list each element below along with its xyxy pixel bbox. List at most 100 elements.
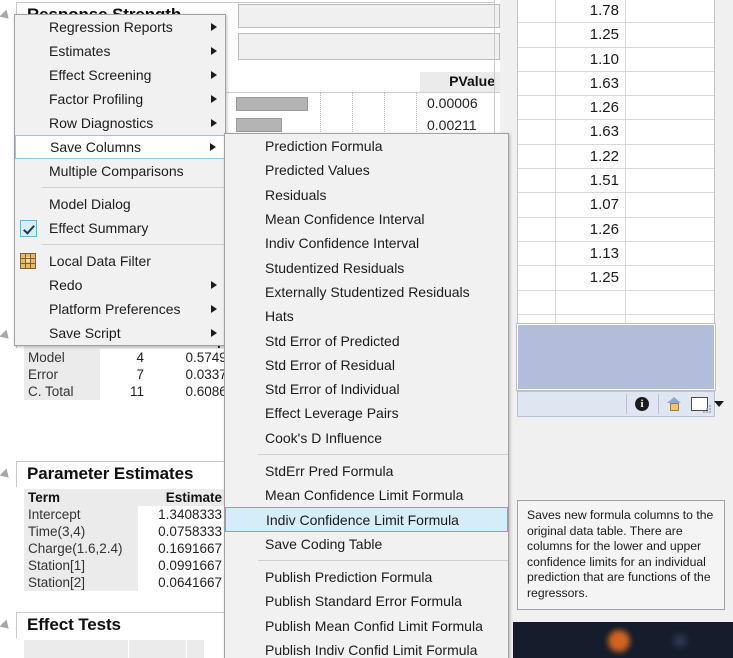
data-grid-row[interactable]: 1.07 [518,193,714,218]
menu-item-mean-confidence-interval[interactable]: Mean Confidence Interval [225,207,508,231]
menu-item-stderr-pred-formula[interactable]: StdErr Pred Formula [225,459,508,483]
response-strength-context-menu[interactable]: Regression Reports Estimates Effect Screen… [14,14,226,346]
cell-df: 11 [100,383,150,400]
data-cell[interactable] [518,47,556,71]
data-grid-row[interactable]: 1.63 [518,71,714,97]
menu-item-studentized-residuals[interactable]: Studentized Residuals [225,255,508,279]
menu-item-std-error-of-predicted[interactable]: Std Error of Predicted [225,328,508,352]
data-cell[interactable] [518,217,556,241]
data-cell-value[interactable]: 1.51 [556,169,626,193]
data-cell[interactable] [627,48,714,71]
data-cell[interactable] [518,0,556,23]
menu-item-multiple-comparisons[interactable]: Multiple Comparisons [15,159,225,183]
data-cell[interactable] [627,242,714,265]
data-cell-value[interactable] [556,290,626,314]
data-cell[interactable] [518,144,556,169]
menu-item-predicted-values[interactable]: Predicted Values [225,158,508,182]
data-grid-row[interactable]: 1.51 [518,169,714,194]
data-grid-row[interactable]: 1.26 [518,217,714,242]
selected-rows-block[interactable] [516,323,716,391]
data-grid-row[interactable]: 1.22 [518,144,714,170]
data-cell[interactable] [627,96,714,119]
menu-item-factor-profiling[interactable]: Factor Profiling [15,87,225,111]
data-cell-value[interactable]: 1.26 [556,217,626,241]
data-cell-value[interactable]: 1.07 [556,193,626,217]
save-columns-submenu[interactable]: Prediction Formula Predicted Values Residu… [224,133,509,658]
menu-item-std-error-of-individual[interactable]: Std Error of Individual [225,377,508,401]
menu-item-save-columns[interactable]: Save Columns [15,135,225,159]
data-cell[interactable] [518,96,556,120]
data-grid-row[interactable]: 1.13 [518,241,714,267]
disclosure-triangle-effect-tests[interactable] [3,617,14,628]
data-cell[interactable] [627,218,714,241]
data-grid-row[interactable] [518,290,714,315]
data-cell[interactable] [518,290,556,314]
data-cell-value[interactable]: 1.26 [556,96,626,120]
disclosure-triangle-parameter-estimates[interactable] [3,466,14,477]
data-cell[interactable] [627,266,714,289]
menu-item-save-script[interactable]: Save Script [15,321,225,345]
menu-item-indiv-confidence-interval[interactable]: Indiv Confidence Interval [225,231,508,255]
data-grid-row[interactable]: 1.63 [518,120,714,145]
menu-item-prediction-formula[interactable]: Prediction Formula [225,134,508,158]
data-cell-value[interactable]: 1.13 [556,241,626,266]
data-cell[interactable] [627,120,714,143]
data-cell[interactable] [518,23,556,47]
data-cell-value[interactable]: 1.22 [556,144,626,169]
data-cell-value[interactable]: 1.63 [556,71,626,96]
data-grid-row[interactable]: 1.78 [518,0,714,24]
data-cell[interactable] [627,23,714,46]
data-cell-value[interactable]: 1.10 [556,47,626,71]
menu-item-effect-leverage-pairs[interactable]: Effect Leverage Pairs [225,401,508,425]
data-grid-row[interactable]: 1.25 [518,23,714,48]
menu-item-save-coding-table[interactable]: Save Coding Table [225,532,508,556]
menu-item-hats[interactable]: Hats [225,304,508,328]
cell-estimate: 1.3408333 [138,506,228,523]
menu-item-effect-summary[interactable]: Effect Summary [15,216,225,240]
menu-item-estimates[interactable]: Estimates [15,39,225,63]
caret-down-icon[interactable] [714,401,724,407]
menu-item-indiv-confidence-limit-formula[interactable]: Indiv Confidence Limit Formula [225,507,508,532]
info-icon[interactable]: i [635,397,649,411]
menu-item-regression-reports[interactable]: Regression Reports [15,15,225,39]
data-cell[interactable] [627,169,714,192]
menu-item-effect-screening[interactable]: Effect Screening [15,63,225,87]
data-cell[interactable] [518,120,556,144]
data-cell-value[interactable]: 1.63 [556,120,626,144]
data-cell[interactable] [518,241,556,266]
menu-item-publish-indiv-confid-limit-formula[interactable]: Publish Indiv Confid Limit Formula [225,638,508,658]
data-grid-row[interactable]: 1.26 [518,96,714,121]
menu-item-local-data-filter[interactable]: Local Data Filter [15,249,225,273]
menu-item-externally-studentized-residuals[interactable]: Externally Studentized Residuals [225,280,508,304]
menu-item-residuals[interactable]: Residuals [225,183,508,207]
menu-item-publish-standard-error-formula[interactable]: Publish Standard Error Formula [225,589,508,613]
data-cell-value[interactable]: 1.25 [556,23,626,47]
data-cell[interactable] [627,0,714,22]
menu-item-std-error-of-residual[interactable]: Std Error of Residual [225,353,508,377]
menu-item-publish-mean-confid-limit-formula[interactable]: Publish Mean Confid Limit Formula [225,614,508,638]
home-icon[interactable] [667,397,682,411]
menu-item-mean-confidence-limit-formula[interactable]: Mean Confidence Limit Formula [225,483,508,507]
data-cell[interactable] [627,72,714,95]
menu-item-model-dialog[interactable]: Model Dialog [15,192,225,216]
data-cell[interactable] [627,193,714,216]
data-cell[interactable] [518,266,556,290]
data-cell-value[interactable]: 1.25 [556,266,626,290]
data-cell[interactable] [518,169,556,193]
menu-item-redo[interactable]: Redo [15,273,225,297]
menu-item-cook-s-d-influence[interactable]: Cook's D Influence [225,426,508,450]
menu-item-publish-prediction-formula[interactable]: Publish Prediction Formula [225,565,508,589]
menu-item-row-diagnostics[interactable]: Row Diagnostics [15,111,225,135]
data-cell[interactable] [627,291,714,314]
resize-grip-icon[interactable] [702,404,712,414]
data-grid-row[interactable]: 1.25 [518,266,714,291]
data-cell-value[interactable]: 1.78 [556,0,626,23]
menu-item-platform-preferences[interactable]: Platform Preferences [15,297,225,321]
data-cell[interactable] [627,145,714,168]
disclosure-triangle-response-strength[interactable] [3,7,14,18]
effect-bar-2 [236,118,282,132]
data-cell[interactable] [518,71,556,96]
data-cell[interactable] [518,193,556,217]
disclosure-triangle-anova[interactable] [3,327,14,338]
data-grid-row[interactable]: 1.10 [518,47,714,72]
